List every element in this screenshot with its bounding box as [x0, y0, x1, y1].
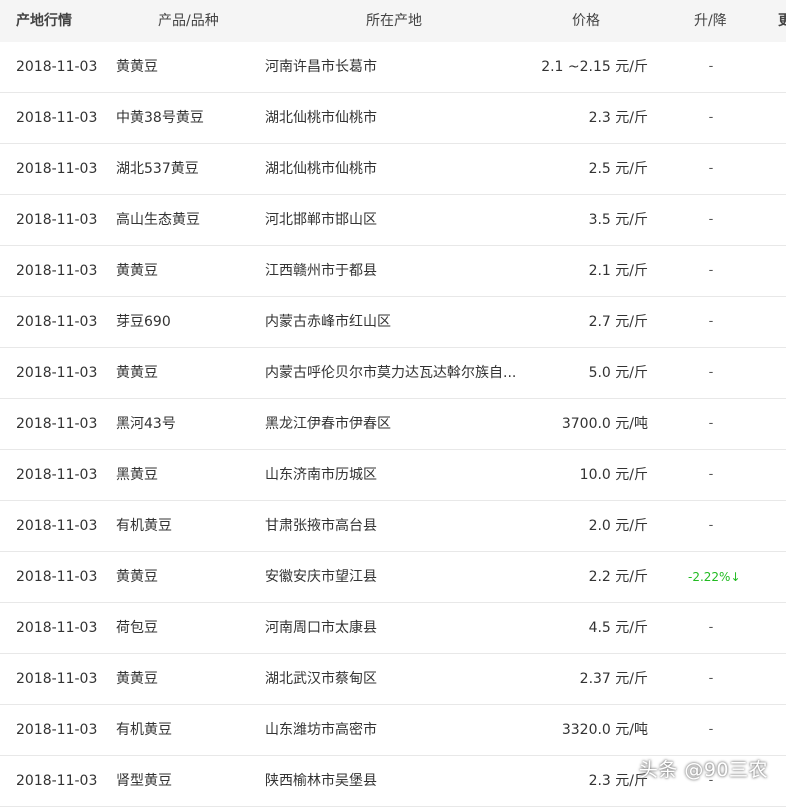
header-more: 更 [778, 13, 786, 29]
row-change: - [708, 161, 714, 176]
row-origin: 山东济南市历城区 [265, 467, 377, 483]
row-change: - [708, 314, 714, 329]
row-price: 3.5 元/斤 [588, 212, 648, 228]
price-table: 2018-11-03 黄黄豆 河南许昌市长葛市 2.1 ~2.15 元/斤 -2018-… [0, 42, 786, 807]
row-change: - [708, 671, 714, 686]
row-product-link[interactable]: 黑黄豆 [116, 466, 158, 484]
row-origin: 江西赣州市于都县 [265, 263, 377, 279]
row-change: - [708, 59, 714, 74]
row-change: -2.22%↓ [688, 570, 741, 584]
row-date: 2018-11-03 [16, 467, 98, 483]
row-date: 2018-11-03 [16, 671, 98, 687]
table-row[interactable]: 2018-11-03 黄黄豆 湖北武汉市蔡甸区 2.37 元/斤 - [0, 654, 786, 705]
row-origin: 安徽安庆市望江县 [265, 569, 377, 585]
row-product-link[interactable]: 湖北537黄豆 [116, 160, 199, 178]
table-row[interactable]: 2018-11-03 黄黄豆 安徽安庆市望江县 2.2 元/斤 -2.22%↓ [0, 552, 786, 603]
row-date: 2018-11-03 [16, 416, 98, 432]
row-change: - [708, 212, 714, 227]
header-price: 价格 [572, 13, 600, 29]
row-price: 2.2 元/斤 [588, 569, 648, 585]
row-product-link[interactable]: 芽豆690 [116, 313, 171, 331]
row-origin: 河北邯郸市邯山区 [265, 212, 377, 228]
row-date: 2018-11-03 [16, 620, 98, 636]
table-row[interactable]: 2018-11-03 黄黄豆 江西赣州市于都县 2.1 元/斤 - [0, 246, 786, 297]
row-change: - [708, 263, 714, 278]
row-date: 2018-11-03 [16, 59, 98, 75]
row-change: - [708, 365, 714, 380]
row-price: 2.0 元/斤 [588, 518, 648, 534]
row-origin: 内蒙古呼伦贝尔市莫力达瓦达斡尔族自... [265, 365, 517, 381]
row-date: 2018-11-03 [16, 212, 98, 228]
table-row[interactable]: 2018-11-03 芽豆690 内蒙古赤峰市红山区 2.7 元/斤 - [0, 297, 786, 348]
table-row[interactable]: 2018-11-03 高山生态黄豆 河北邯郸市邯山区 3.5 元/斤 - [0, 195, 786, 246]
row-change: - [708, 416, 714, 431]
row-date: 2018-11-03 [16, 518, 98, 534]
row-price: 5.0 元/斤 [588, 365, 648, 381]
row-product-link[interactable]: 黄黄豆 [116, 58, 158, 76]
row-product-link[interactable]: 有机黄豆 [116, 517, 172, 535]
row-price: 3700.0 元/吨 [561, 416, 648, 432]
row-price: 3320.0 元/吨 [561, 722, 648, 738]
row-origin: 内蒙古赤峰市红山区 [265, 314, 391, 330]
table-row[interactable]: 2018-11-03 有机黄豆 山东潍坊市高密市 3320.0 元/吨 - [0, 705, 786, 756]
row-price: 2.37 元/斤 [579, 671, 648, 687]
row-product-link[interactable]: 有机黄豆 [116, 721, 172, 739]
row-date: 2018-11-03 [16, 263, 98, 279]
table-row[interactable]: 2018-11-03 湖北537黄豆 湖北仙桃市仙桃市 2.5 元/斤 - [0, 144, 786, 195]
row-price: 2.5 元/斤 [588, 161, 648, 177]
row-price: 2.1 ~2.15 元/斤 [541, 59, 648, 75]
table-row[interactable]: 2018-11-03 黑河43号 黑龙江伊春市伊春区 3700.0 元/吨 - [0, 399, 786, 450]
row-date: 2018-11-03 [16, 569, 98, 585]
row-origin: 湖北仙桃市仙桃市 [265, 161, 377, 177]
header-change: 升/降 [694, 13, 727, 29]
row-change: - [708, 467, 714, 482]
table-row[interactable]: 2018-11-03 有机黄豆 甘肃张掖市高台县 2.0 元/斤 - [0, 501, 786, 552]
row-origin: 甘肃张掖市高台县 [265, 518, 377, 534]
row-product-link[interactable]: 黄黄豆 [116, 670, 158, 688]
row-product-link[interactable]: 黄黄豆 [116, 262, 158, 280]
row-product-link[interactable]: 中黄38号黄豆 [116, 109, 204, 127]
row-date: 2018-11-03 [16, 110, 98, 126]
row-date: 2018-11-03 [16, 365, 98, 381]
row-price: 4.5 元/斤 [588, 620, 648, 636]
table-header: 产地行情 产品/品种 所在产地 价格 升/降 更 [0, 0, 786, 43]
watermark: 头条 @90三农 [638, 759, 768, 781]
table-row[interactable]: 2018-11-03 荷包豆 河南周口市太康县 4.5 元/斤 - [0, 603, 786, 654]
row-price: 10.0 元/斤 [579, 467, 648, 483]
row-price: 2.1 元/斤 [588, 263, 648, 279]
row-origin: 黑龙江伊春市伊春区 [265, 416, 391, 432]
row-change: - [708, 620, 714, 635]
row-product-link[interactable]: 黄黄豆 [116, 364, 158, 382]
row-origin: 湖北仙桃市仙桃市 [265, 110, 377, 126]
row-date: 2018-11-03 [16, 161, 98, 177]
table-row[interactable]: 2018-11-03 黄黄豆 河南许昌市长葛市 2.1 ~2.15 元/斤 - [0, 42, 786, 93]
row-change: - [708, 518, 714, 533]
row-product-link[interactable]: 荷包豆 [116, 619, 158, 637]
header-market[interactable]: 产地行情 [16, 12, 72, 30]
row-origin: 河南周口市太康县 [265, 620, 377, 636]
row-origin: 山东潍坊市高密市 [265, 722, 377, 738]
row-origin: 陕西榆林市吴堡县 [265, 773, 377, 789]
row-product-link[interactable]: 高山生态黄豆 [116, 211, 200, 229]
row-price: 2.3 元/斤 [588, 110, 648, 126]
row-date: 2018-11-03 [16, 722, 98, 738]
row-price: 2.7 元/斤 [588, 314, 648, 330]
table-row[interactable]: 2018-11-03 中黄38号黄豆 湖北仙桃市仙桃市 2.3 元/斤 - [0, 93, 786, 144]
row-product-link[interactable]: 黄黄豆 [116, 568, 158, 586]
row-date: 2018-11-03 [16, 773, 98, 789]
header-origin: 所在产地 [366, 13, 422, 29]
row-origin: 湖北武汉市蔡甸区 [265, 671, 377, 687]
header-product: 产品/品种 [158, 13, 219, 29]
row-change: - [708, 110, 714, 125]
table-row[interactable]: 2018-11-03 黑黄豆 山东济南市历城区 10.0 元/斤 - [0, 450, 786, 501]
table-row[interactable]: 2018-11-03 黄黄豆 内蒙古呼伦贝尔市莫力达瓦达斡尔族自... 5.0 元/斤… [0, 348, 786, 399]
row-date: 2018-11-03 [16, 314, 98, 330]
row-origin: 河南许昌市长葛市 [265, 59, 377, 75]
row-product-link[interactable]: 肾型黄豆 [116, 772, 172, 790]
row-change: - [708, 722, 714, 737]
row-product-link[interactable]: 黑河43号 [116, 415, 176, 433]
